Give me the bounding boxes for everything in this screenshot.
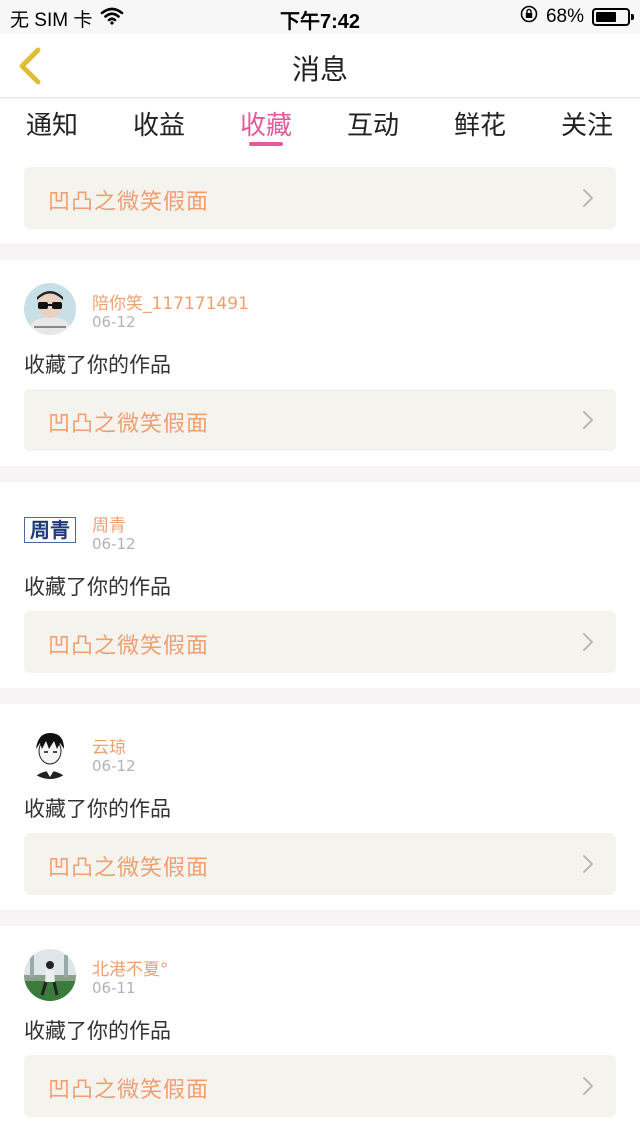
battery-level-fill — [596, 12, 617, 22]
action-text: 收藏了你的作品 — [24, 575, 171, 599]
nav-bar: 消息 — [0, 34, 640, 98]
username[interactable]: 周青 — [92, 511, 126, 536]
work-link[interactable]: 凹凸之微笑假面 — [24, 389, 616, 451]
work-link[interactable]: 凹凸之微笑假面 — [24, 167, 616, 229]
tab-follows[interactable]: 关注 — [542, 105, 632, 142]
date: 06-12 — [92, 535, 136, 553]
username[interactable]: 云琼 — [92, 733, 126, 758]
battery-percent: 68% — [545, 6, 584, 27]
username[interactable]: 北港不夏° — [92, 955, 169, 980]
status-right: 68% — [520, 5, 634, 29]
work-title: 凹凸之微笑假面 — [48, 634, 210, 659]
avatar[interactable] — [24, 949, 76, 1001]
battery-icon — [592, 8, 634, 26]
message-card: 北港不夏° 06-11 收藏了你的作品 凹凸之微笑假面 — [0, 926, 640, 1138]
avatar[interactable] — [24, 727, 76, 779]
message-card: 周青 周青 06-12 收藏了你的作品 凹凸之微笑假面 — [0, 482, 640, 688]
work-title: 凹凸之微笑假面 — [48, 412, 210, 437]
action-text: 收藏了你的作品 — [24, 353, 171, 377]
chevron-right-icon — [583, 1077, 593, 1095]
tab-notifications[interactable]: 通知 — [7, 105, 97, 142]
tab-flowers[interactable]: 鲜花 — [435, 105, 525, 142]
message-card: 云琼 06-12 收藏了你的作品 凹凸之微笑假面 — [0, 704, 640, 910]
work-link[interactable]: 凹凸之微笑假面 — [24, 1055, 616, 1117]
chevron-right-icon — [583, 411, 593, 429]
date: 06-11 — [92, 979, 136, 997]
tab-interactions[interactable]: 互动 — [328, 105, 418, 142]
tab-earnings[interactable]: 收益 — [114, 105, 204, 142]
tab-bar: 通知 收益 收藏 互动 鲜花 关注 — [0, 99, 640, 155]
date: 06-12 — [92, 313, 136, 331]
orientation-lock-icon — [520, 5, 538, 29]
page-title: 消息 — [291, 53, 348, 86]
active-tab-indicator — [249, 142, 283, 146]
avatar-text: 周青 — [24, 517, 76, 543]
work-title: 凹凸之微笑假面 — [48, 856, 210, 881]
tab-favorites[interactable]: 收藏 — [221, 105, 311, 142]
message-card-partial: 凹凸之微笑假面 — [0, 155, 640, 243]
avatar[interactable] — [24, 283, 76, 335]
action-text: 收藏了你的作品 — [24, 797, 171, 821]
username[interactable]: 陪你笑_117171491 — [92, 289, 249, 314]
message-card: 陪你笑_117171491 06-12 收藏了你的作品 凹凸之微笑假面 — [0, 260, 640, 466]
status-bar: 无 SIM 卡 下午7:42 68% — [0, 0, 640, 34]
action-text: 收藏了你的作品 — [24, 1019, 171, 1043]
work-title: 凹凸之微笑假面 — [48, 1078, 210, 1103]
work-link[interactable]: 凹凸之微笑假面 — [24, 611, 616, 673]
chevron-right-icon — [583, 855, 593, 873]
work-link[interactable]: 凹凸之微笑假面 — [24, 833, 616, 895]
chevron-right-icon — [583, 633, 593, 651]
chevron-right-icon — [583, 189, 593, 207]
date: 06-12 — [92, 757, 136, 775]
work-title: 凹凸之微笑假面 — [48, 190, 210, 215]
avatar[interactable]: 周青 — [24, 505, 76, 557]
